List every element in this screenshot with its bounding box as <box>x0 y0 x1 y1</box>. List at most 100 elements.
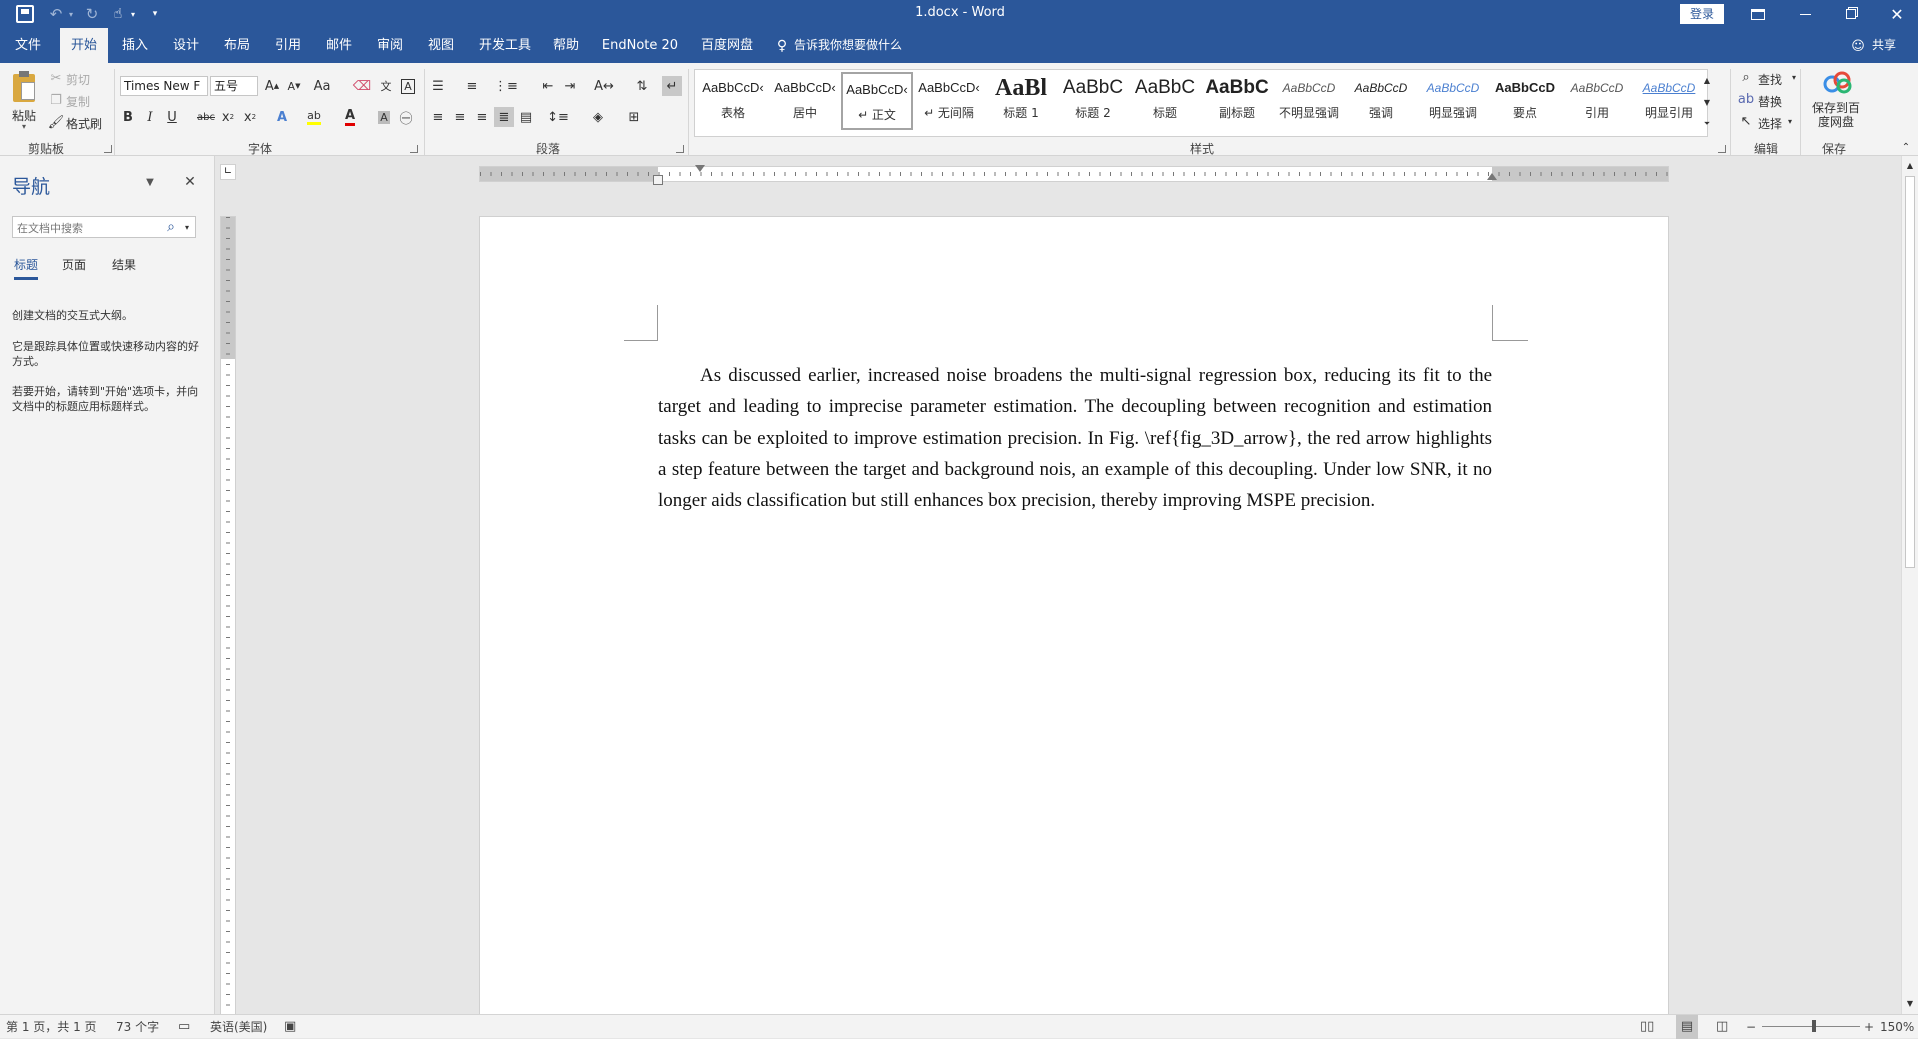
tab-layout[interactable]: 布局 <box>216 28 258 63</box>
style-item[interactable]: AaBbCcD‹ 表格 <box>697 72 769 130</box>
scroll-down-icon[interactable]: ▼ <box>1902 996 1918 1010</box>
clipboard-paste-icon[interactable] <box>10 71 38 105</box>
zoom-slider-thumb[interactable] <box>1812 1020 1816 1032</box>
align-right-icon[interactable]: ≡ <box>472 107 492 127</box>
login-button[interactable]: 登录 <box>1680 4 1724 24</box>
zoom-out-icon[interactable]: − <box>1746 1015 1756 1039</box>
nav-tab-pages[interactable]: 页面 <box>62 256 86 273</box>
character-shading-icon[interactable]: A <box>374 107 394 127</box>
style-item[interactable]: AaBbCcD‹ 居中 <box>769 72 841 130</box>
font-dialog-launcher[interactable] <box>410 145 418 153</box>
body-paragraph[interactable]: As discussed earlier, increased noise br… <box>658 360 1492 516</box>
share-button[interactable]: 共享 <box>1866 28 1902 63</box>
save-icon[interactable] <box>16 5 34 23</box>
highlight-color-icon[interactable]: ab <box>304 107 324 127</box>
zoom-slider[interactable] <box>1762 1026 1860 1027</box>
tab-view[interactable]: 视图 <box>420 28 462 63</box>
style-item[interactable]: AaBbC 标题 <box>1129 72 1201 130</box>
justify-icon[interactable]: ≣ <box>494 107 514 127</box>
distributed-icon[interactable]: ▤ <box>516 107 536 127</box>
dropdown-arrow-icon[interactable]: ▾ <box>177 217 197 237</box>
nav-search-input[interactable]: 在文档中搜索 <box>17 220 83 236</box>
ruler-toggle[interactable]: ∟ <box>220 164 236 180</box>
document-page[interactable]: As discussed earlier, increased noise br… <box>479 216 1669 1014</box>
web-layout-icon[interactable]: ◫ <box>1716 1015 1728 1039</box>
format-painter-button[interactable]: 格式刷 <box>66 115 102 132</box>
tab-file[interactable]: 文件 <box>8 28 48 63</box>
language[interactable]: 英语(美国) <box>210 1015 267 1039</box>
phonetic-guide-icon[interactable]: 文 <box>376 76 396 96</box>
vertical-ruler[interactable] <box>220 216 236 1014</box>
dropdown-arrow-icon[interactable]: ▾ <box>128 4 138 24</box>
first-line-indent-marker[interactable] <box>695 165 705 172</box>
nav-close-icon[interactable]: ✕ <box>180 172 200 192</box>
select-button[interactable]: 选择 <box>1758 115 1782 132</box>
multilevel-list-icon[interactable]: ⋮≡ <box>494 76 518 96</box>
tab-insert[interactable]: 插入 <box>114 28 156 63</box>
tab-references[interactable]: 引用 <box>267 28 309 63</box>
dropdown-arrow-icon[interactable]: ▾ <box>1780 111 1800 131</box>
style-item[interactable]: AaBbCcD 明显引用 <box>1633 72 1705 130</box>
dropdown-arrow-icon[interactable]: ▾ <box>1784 67 1804 87</box>
underline-icon[interactable]: U <box>162 107 182 127</box>
bold-icon[interactable]: B <box>118 107 138 127</box>
superscript-icon[interactable]: x2 <box>240 107 260 127</box>
style-item[interactable]: AaBbCcD 明显强调 <box>1417 72 1489 130</box>
styles-dialog-launcher[interactable] <box>1718 145 1726 153</box>
style-item[interactable]: AaBbCcD‹ ↵ 正文 <box>841 72 913 130</box>
chinese-layout-icon[interactable]: A↔ <box>594 76 614 96</box>
style-item[interactable]: AaBbCcD 要点 <box>1489 72 1561 130</box>
clipboard-dialog-launcher[interactable] <box>104 145 112 153</box>
nav-search-box[interactable]: 在文档中搜索 ⌕ ▾ <box>12 216 196 238</box>
read-mode-icon[interactable]: ▯▯ <box>1640 1015 1654 1039</box>
font-color-icon[interactable]: A <box>340 107 360 127</box>
font-name-combo[interactable]: Times New F <box>120 76 208 96</box>
touch-mode-icon[interactable]: ☝ <box>108 4 128 24</box>
font-size-combo[interactable]: 五号 <box>210 76 258 96</box>
style-item[interactable]: AaBbCcD 不明显强调 <box>1273 72 1345 130</box>
tab-baidu-netdisk[interactable]: 百度网盘 <box>694 28 760 63</box>
borders-icon[interactable]: ⊞ <box>624 107 644 127</box>
redo-icon[interactable]: ↻ <box>82 4 102 24</box>
line-spacing-icon[interactable]: ↕≡ <box>547 107 569 127</box>
align-left-icon[interactable]: ≡ <box>428 107 448 127</box>
ribbon-display-options-icon[interactable] <box>1748 4 1768 24</box>
style-item[interactable]: AaBbCcD‹ ↵ 无间隔 <box>913 72 985 130</box>
clear-formatting-icon[interactable]: ⌫ <box>352 76 372 96</box>
copy-icon[interactable]: ❐ <box>46 90 66 110</box>
cut-button[interactable]: 剪切 <box>66 71 90 88</box>
customize-toolbar-icon[interactable]: ▾ <box>148 4 162 24</box>
undo-icon[interactable]: ↶ <box>46 4 66 24</box>
style-item[interactable]: AaBl 标题 1 <box>985 72 1057 130</box>
collapse-ribbon-icon[interactable]: ⌃ <box>1896 137 1916 157</box>
word-count[interactable]: 73 个字 <box>116 1015 159 1039</box>
align-center-icon[interactable]: ≡ <box>450 107 470 127</box>
dropdown-arrow-icon[interactable]: ▾ <box>66 4 76 24</box>
style-item[interactable]: AaBbC 标题 2 <box>1057 72 1129 130</box>
tab-home[interactable]: 开始 <box>60 28 108 63</box>
find-button[interactable]: 查找 <box>1758 71 1782 88</box>
format-painter-icon[interactable]: 🖌 <box>46 112 66 132</box>
nav-tab-results[interactable]: 结果 <box>112 256 136 273</box>
scissors-icon[interactable]: ✂ <box>46 68 66 88</box>
vertical-scrollbar[interactable]: ▲ ▼ <box>1901 156 1918 1014</box>
right-indent-marker[interactable] <box>1487 173 1497 180</box>
style-item[interactable]: AaBbCcD 引用 <box>1561 72 1633 130</box>
copy-button[interactable]: 复制 <box>66 93 90 110</box>
numbering-icon[interactable]: ≡ <box>462 76 482 96</box>
italic-icon[interactable]: I <box>140 107 160 127</box>
tab-mailings[interactable]: 邮件 <box>318 28 360 63</box>
shrink-font-icon[interactable]: A ▼ <box>284 76 304 96</box>
zoom-level[interactable]: 150% <box>1880 1015 1914 1039</box>
find-icon[interactable]: ⌕ <box>1736 67 1756 87</box>
save-to-baidu-button[interactable]: 保存到百度网盘 <box>1808 101 1864 129</box>
tab-developer[interactable]: 开发工具 <box>472 28 538 63</box>
paragraph-dialog-launcher[interactable] <box>676 145 684 153</box>
enclose-characters-icon[interactable]: ㊀ <box>396 107 416 127</box>
restore-icon[interactable] <box>1836 4 1866 24</box>
replace-button[interactable]: 替换 <box>1758 93 1782 110</box>
strikethrough-icon[interactable]: abc <box>196 107 216 127</box>
nav-tab-headings[interactable]: 标题 <box>14 256 39 280</box>
show-marks-icon[interactable]: ↵ <box>662 76 682 96</box>
tab-design[interactable]: 设计 <box>165 28 207 63</box>
